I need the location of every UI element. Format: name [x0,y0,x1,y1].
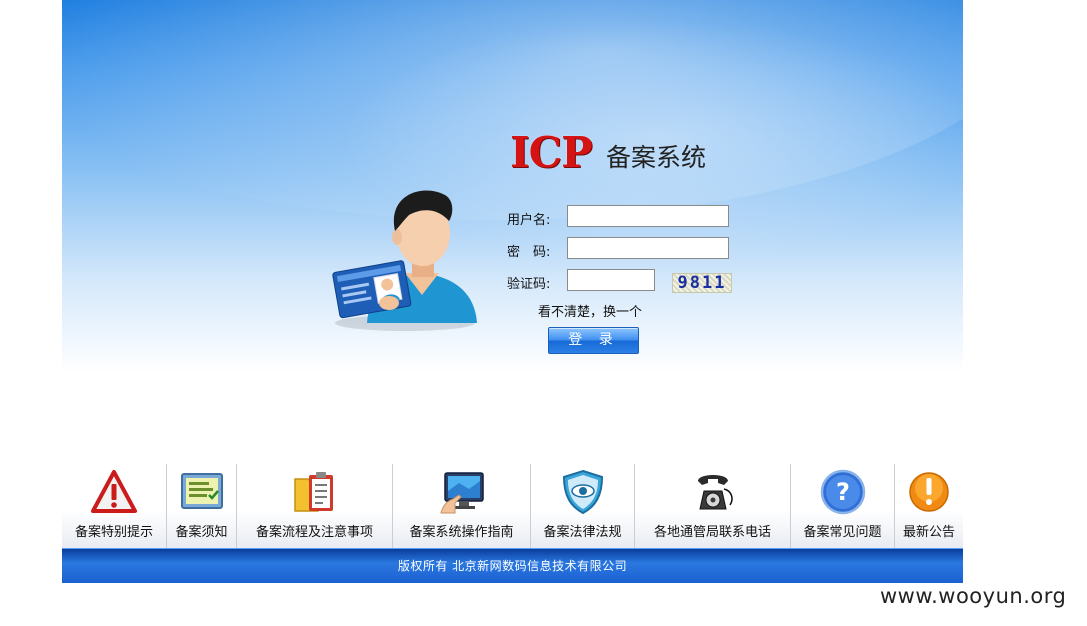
nav-label: 备案须知 [175,525,228,540]
question-icon: ? [820,469,865,515]
nav-label: 最新公告 [902,525,955,540]
nav-label: 备案系统操作指南 [409,525,514,540]
telephone-icon [697,475,733,510]
nav-item-laws[interactable]: 备案法律法规 [530,464,634,548]
captcha-refresh-link[interactable]: 看不清楚，换一个 [538,301,642,320]
nav-label: 备案特别提示 [74,525,153,540]
user-avatar-icon [332,190,477,331]
shield-eye-icon [562,469,603,515]
captcha-input[interactable] [567,269,655,291]
nav-label: 备案法律法规 [543,525,622,540]
password-label: 密 码: [507,245,551,260]
nav-item-contacts[interactable]: 各地通管局联系电话 [634,464,790,548]
login-button[interactable]: 登 录 [548,327,639,354]
captcha-image[interactable]: 9811 [672,273,732,293]
nav-item-special-notice[interactable]: 备案特别提示 [62,464,166,548]
logo-subtitle: 备案系统 [606,143,707,172]
notice-board-icon [180,473,223,509]
footer-copyright: 版权所有 北京新网数码信息技术有限公司 [62,548,963,583]
nav-item-process[interactable]: 备案流程及注意事项 [236,464,392,548]
monitor-hand-icon [439,472,484,514]
nav-item-announcements[interactable]: 最新公告 [894,464,963,548]
nav-item-guidelines[interactable]: 备案须知 [166,464,236,548]
watermark-text: www.wooyun.org [880,584,1067,608]
username-input[interactable] [567,205,729,227]
password-input[interactable] [567,237,729,259]
clipboard-folder-icon [293,472,333,512]
nav-item-faq[interactable]: ? 备案常见问题 [790,464,894,548]
username-label: 用户名: [507,213,551,228]
nav-label: 各地通管局联系电话 [653,525,771,540]
logo-icp-text: ICP [510,128,593,177]
page-background: ICP 备案系统 用户名: 密 码: 验证码: 9811 看不清楚，换一个 登 … [62,0,963,583]
svg-text:?: ? [836,478,850,506]
warning-icon [91,470,137,513]
nav-item-operation-guide[interactable]: 备案系统操作指南 [392,464,530,548]
nav-label: 备案常见问题 [803,525,882,540]
nav-label: 备案流程及注意事项 [255,525,373,540]
bottom-nav: 备案特别提示 备案须知 备案流程及注意事项 备案系统操作指南 备案法律法规 各地… [62,464,963,548]
exclamation-icon [909,472,949,512]
captcha-label: 验证码: [507,277,551,292]
